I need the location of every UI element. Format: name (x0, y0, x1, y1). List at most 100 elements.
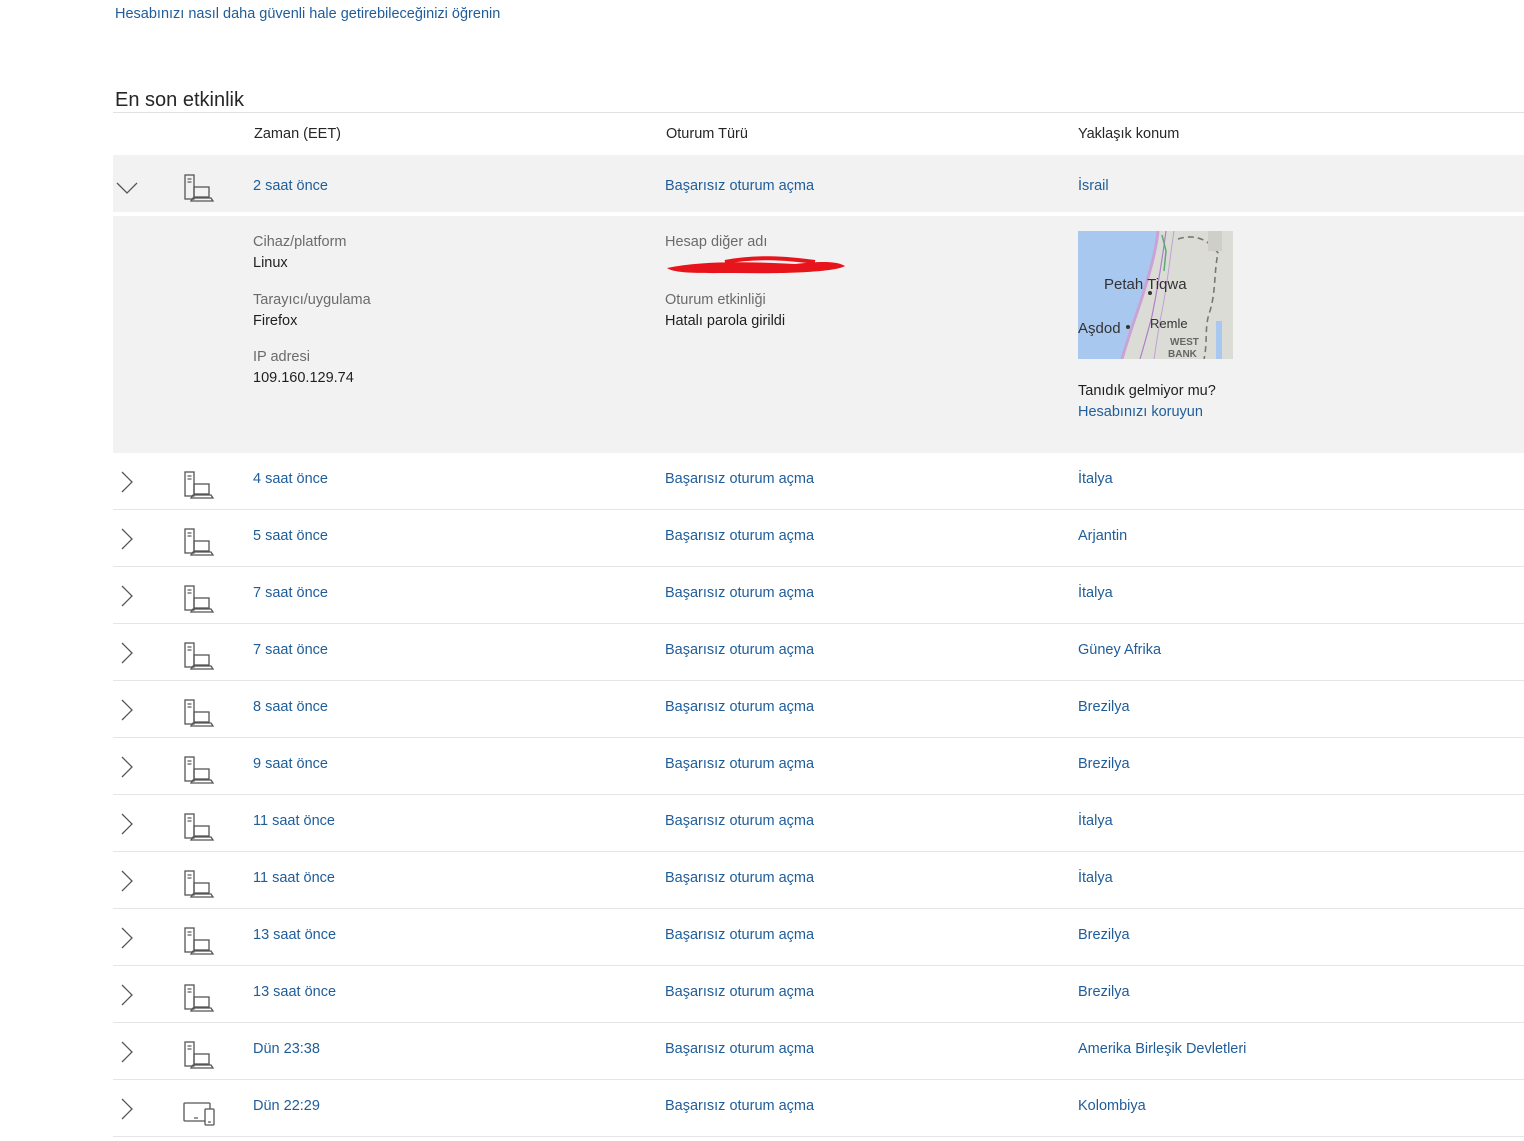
browser-label: Tarayıcı/uygulama (253, 292, 371, 308)
activity-time[interactable]: Dün 23:38 (253, 1041, 320, 1057)
sign-in-activity-value: Hatalı parola girildi (665, 313, 786, 329)
activity-time[interactable]: 13 saat önce (253, 927, 336, 943)
column-header-location: Yaklaşık konum (1078, 126, 1180, 142)
protect-account-link[interactable]: Hesabınızı koruyun (1078, 404, 1203, 420)
activity-table: 2 saat önce Başarısız oturum açma İsrail… (113, 155, 1524, 1137)
chevron-right-icon[interactable] (115, 1098, 139, 1122)
ip-address-label: IP adresi (253, 349, 310, 365)
activity-type[interactable]: Başarısız oturum açma (665, 927, 814, 943)
chevron-down-icon[interactable] (115, 176, 139, 200)
activity-location[interactable]: İtalya (1078, 585, 1113, 601)
activity-time[interactable]: 5 saat önce (253, 528, 328, 544)
activity-time[interactable]: 7 saat önce (253, 585, 328, 601)
desktop-laptop-icon (184, 174, 215, 202)
activity-type[interactable]: Başarısız oturum açma (665, 699, 814, 715)
activity-location[interactable]: İtalya (1078, 471, 1113, 487)
activity-type[interactable]: Başarısız oturum açma (665, 585, 814, 601)
map-label-petah-tiqwa: Petah Tiqwa (1104, 276, 1187, 293)
activity-type[interactable]: Başarısız oturum açma (665, 1041, 814, 1057)
activity-row[interactable]: 13 saat önce Başarısız oturum açma Brezi… (113, 909, 1524, 966)
chevron-right-icon[interactable] (115, 642, 139, 666)
activity-time[interactable]: Dün 22:29 (253, 1098, 320, 1114)
activity-row[interactable]: 9 saat önce Başarısız oturum açma Brezil… (113, 738, 1524, 795)
activity-location[interactable]: Kolombiya (1078, 1098, 1146, 1114)
chevron-right-icon[interactable] (115, 528, 139, 552)
activity-time[interactable]: 8 saat önce (253, 699, 328, 715)
ip-address-value: 109.160.129.74 (253, 370, 354, 386)
unfamiliar-activity-text: Tanıdık gelmiyor mu? (1078, 383, 1216, 399)
activity-time[interactable]: 11 saat önce (253, 870, 335, 886)
activity-row[interactable]: 5 saat önce Başarısız oturum açma Arjant… (113, 510, 1524, 567)
activity-row[interactable]: 4 saat önce Başarısız oturum açma İtalya (113, 453, 1524, 510)
activity-location[interactable]: İtalya (1078, 813, 1113, 829)
activity-type[interactable]: Başarısız oturum açma (665, 528, 814, 544)
account-alias-label: Hesap diğer adı (665, 234, 768, 250)
activity-location[interactable]: Güney Afrika (1078, 642, 1161, 658)
column-header-time: Zaman (EET) (254, 126, 342, 142)
activity-location[interactable]: İsrail (1078, 178, 1109, 194)
chevron-right-icon[interactable] (115, 585, 139, 609)
chevron-right-icon[interactable] (115, 699, 139, 723)
activity-type[interactable]: Başarısız oturum açma (665, 870, 814, 886)
desktop-laptop-icon (184, 585, 215, 613)
activity-row[interactable]: 13 saat önce Başarısız oturum açma Brezi… (113, 966, 1524, 1023)
activity-location[interactable]: Amerika Birleşik Devletleri (1078, 1041, 1246, 1057)
desktop-laptop-icon (184, 1041, 215, 1069)
activity-type[interactable]: Başarısız oturum açma (665, 756, 814, 772)
desktop-laptop-icon (184, 813, 215, 841)
device-platform-label: Cihaz/platform (253, 234, 347, 250)
activity-time[interactable]: 2 saat önce (253, 178, 328, 194)
activity-type[interactable]: Başarısız oturum açma (665, 471, 814, 487)
activity-time[interactable]: 4 saat önce (253, 471, 328, 487)
activity-time[interactable]: 11 saat önce (253, 813, 335, 829)
chevron-right-icon[interactable] (115, 1041, 139, 1065)
activity-location[interactable]: Brezilya (1078, 699, 1130, 715)
desktop-laptop-icon (184, 756, 215, 784)
activity-type[interactable]: Başarısız oturum açma (665, 178, 814, 194)
desktop-laptop-icon (184, 699, 215, 727)
activity-row-expanded[interactable]: 2 saat önce Başarısız oturum açma İsrail (113, 155, 1524, 216)
section-title: En son etkinlik (115, 88, 244, 111)
activity-row[interactable]: 7 saat önce Başarısız oturum açma Güney … (113, 624, 1524, 681)
chevron-right-icon[interactable] (115, 870, 139, 894)
activity-row[interactable]: Dün 22:29 Başarısız oturum açma Kolombiy… (113, 1080, 1524, 1137)
activity-rows: 4 saat önce Başarısız oturum açma İtalya… (113, 453, 1524, 1137)
activity-row[interactable]: 7 saat önce Başarısız oturum açma İtalya (113, 567, 1524, 624)
desktop-laptop-icon (184, 528, 215, 556)
table-header: Zaman (EET) Oturum Türü Yaklaşık konum (113, 113, 1524, 155)
activity-time[interactable]: 13 saat önce (253, 984, 336, 1000)
map-label-remle: Remle (1150, 316, 1188, 331)
activity-row[interactable]: 11 saat önce Başarısız oturum açma İtaly… (113, 852, 1524, 909)
activity-location[interactable]: Arjantin (1078, 528, 1127, 544)
chevron-right-icon[interactable] (115, 984, 139, 1008)
desktop-laptop-icon (184, 642, 215, 670)
learn-security-link[interactable]: Hesabınızı nasıl daha güvenli hale getir… (115, 6, 500, 22)
tablet-phone-icon (183, 1102, 215, 1126)
desktop-laptop-icon (184, 471, 215, 499)
redaction-scribble (667, 256, 845, 274)
activity-location[interactable]: İtalya (1078, 870, 1113, 886)
browser-value: Firefox (253, 313, 298, 329)
activity-details-panel: Cihaz/platform Linux Tarayıcı/uygulama F… (113, 216, 1524, 453)
activity-row[interactable]: 11 saat önce Başarısız oturum açma İtaly… (113, 795, 1524, 852)
activity-type[interactable]: Başarısız oturum açma (665, 1098, 814, 1114)
activity-location[interactable]: Brezilya (1078, 984, 1130, 1000)
desktop-laptop-icon (184, 984, 215, 1012)
activity-type[interactable]: Başarısız oturum açma (665, 642, 814, 658)
activity-location[interactable]: Brezilya (1078, 927, 1130, 943)
chevron-right-icon[interactable] (115, 471, 139, 495)
activity-type[interactable]: Başarısız oturum açma (665, 984, 814, 1000)
chevron-right-icon[interactable] (115, 813, 139, 837)
activity-type[interactable]: Başarısız oturum açma (665, 813, 814, 829)
map-label-west: WEST (1170, 337, 1199, 348)
activity-row[interactable]: Dün 23:38 Başarısız oturum açma Amerika … (113, 1023, 1524, 1080)
activity-time[interactable]: 9 saat önce (253, 756, 328, 772)
activity-time[interactable]: 7 saat önce (253, 642, 328, 658)
activity-location[interactable]: Brezilya (1078, 756, 1130, 772)
location-map: Petah Tiqwa Aşdod Remle WEST BANK (1078, 231, 1233, 359)
chevron-right-icon[interactable] (115, 927, 139, 951)
chevron-right-icon[interactable] (115, 756, 139, 780)
column-header-type: Oturum Türü (666, 126, 748, 142)
activity-row[interactable]: 8 saat önce Başarısız oturum açma Brezil… (113, 681, 1524, 738)
sign-in-activity-label: Oturum etkinliği (665, 292, 766, 308)
